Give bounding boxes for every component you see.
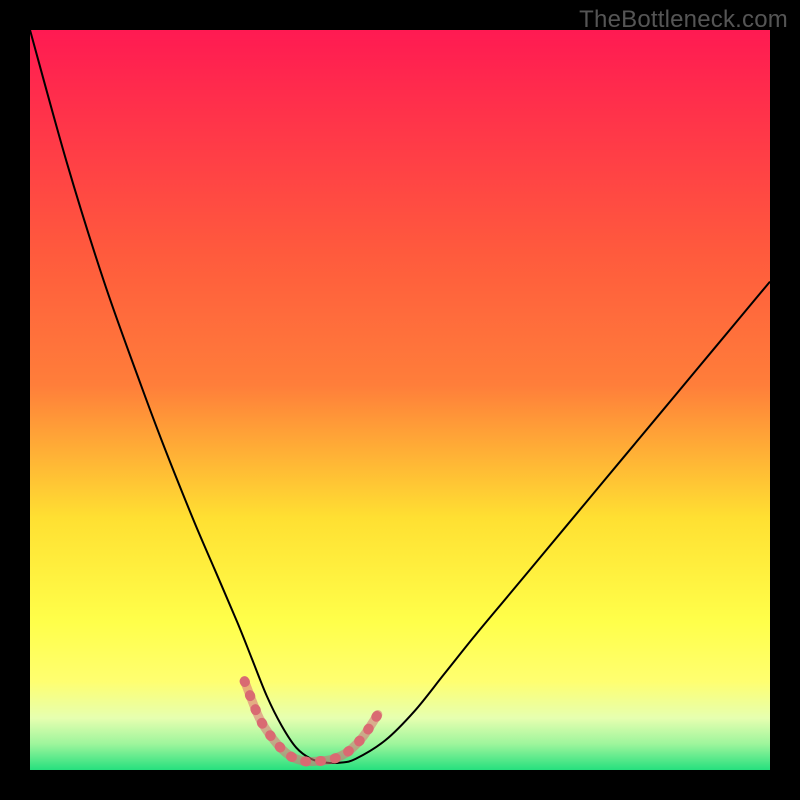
chart-frame: TheBottleneck.com [0,0,800,800]
plot-area [30,30,770,770]
gradient-background [30,30,770,770]
bottleneck-chart [30,30,770,770]
